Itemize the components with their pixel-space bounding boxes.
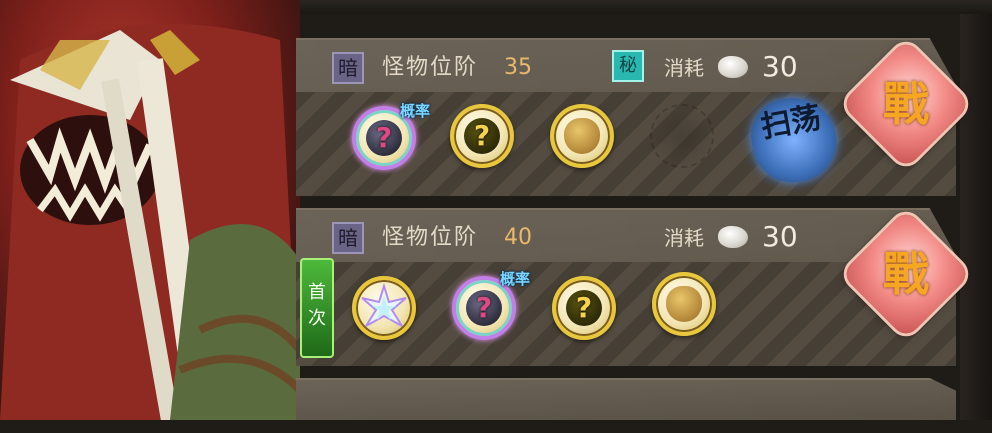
first-clear-label: 首次 [308,282,326,329]
battle-button-1[interactable]: 戰 [840,38,972,170]
gold-mystery-orb-icon[interactable]: ? [450,104,514,168]
secret-icon: 秘 [612,50,644,82]
gold-mystery-orb-icon[interactable]: ? [552,276,616,340]
stage-header [296,380,956,420]
dark-difficulty-badge: 暗 [332,222,364,254]
cost-label: 消耗 [664,226,704,250]
monster-rank-value: 40 [504,225,532,250]
stamina-egg-icon [718,56,748,78]
battle-label: 戰 [883,77,929,131]
sweep-label: 扫荡 [758,100,824,146]
empty-reward-slot [650,104,714,168]
monster-portrait [0,0,300,420]
right-frame [960,14,992,420]
stamina-egg-icon [718,226,748,248]
chance-tag: 概率 [500,270,531,288]
potion-bottle-icon[interactable] [652,272,716,336]
monster-rank-value: 35 [504,55,532,80]
crystal-star-icon[interactable] [352,276,416,340]
monster-rank-label: 怪物位阶 [382,225,479,250]
monster-rank-label: 怪物位阶 [382,55,479,80]
chance-tag: 概率 [400,102,431,120]
cost-value: 30 [762,50,798,83]
potion-bottle-icon[interactable] [550,104,614,168]
first-clear-badge: 首次 [300,258,334,358]
battle-label: 戰 [883,247,929,301]
battle-button-2[interactable]: 戰 [840,208,972,340]
cost-label: 消耗 [664,56,704,80]
cost-value: 30 [762,220,798,253]
stage-panel-3 [296,378,956,420]
dark-difficulty-badge: 暗 [332,52,364,84]
